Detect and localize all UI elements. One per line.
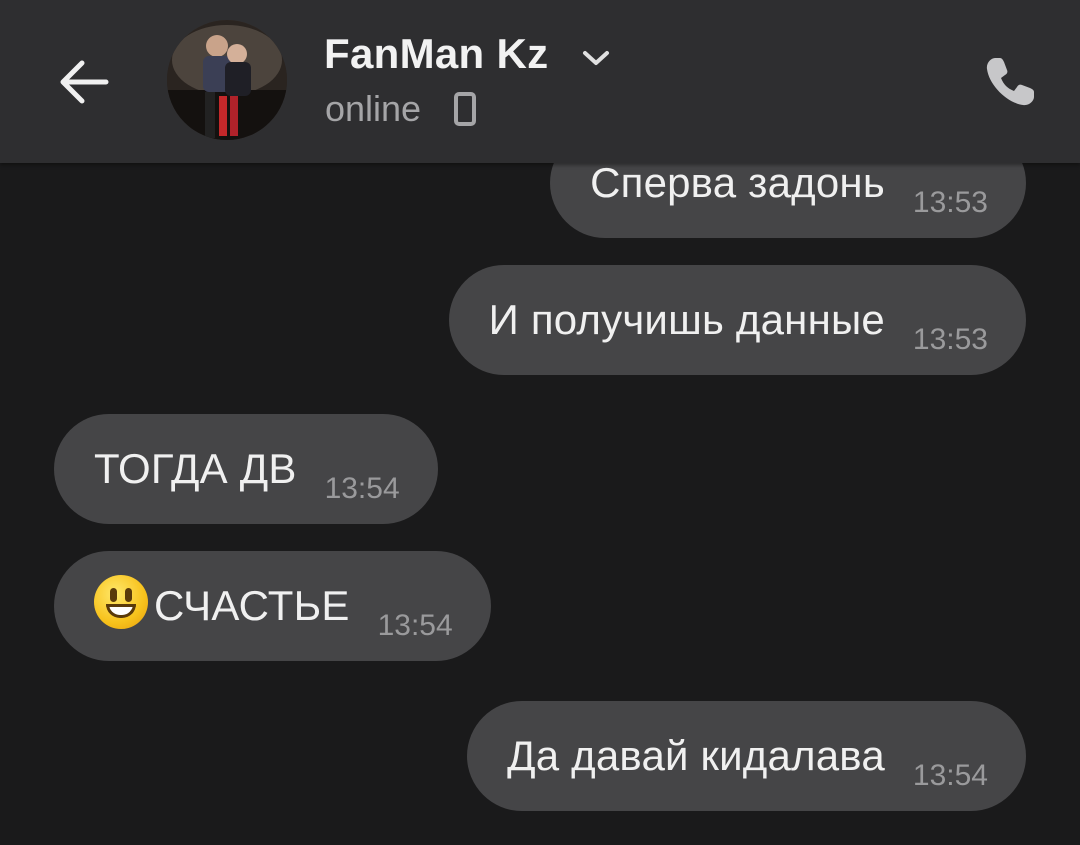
message-time: 13:54 xyxy=(324,472,400,505)
message-bubble-outgoing[interactable]: Да давай кидалава 13:54 xyxy=(467,701,1026,811)
message-time: 13:53 xyxy=(912,323,988,356)
message-bubble-incoming[interactable]: ТОГДА ДВ 13:54 xyxy=(54,414,438,524)
message-text: И получишь данные xyxy=(488,296,885,343)
message-bubble-incoming[interactable]: СЧАСТЬЕ 13:54 xyxy=(54,551,491,661)
chat-screen: Сперва задонь 13:53 И получишь данные 13… xyxy=(0,0,1080,845)
chat-header: FanMan Kz online xyxy=(0,0,1080,163)
message-time: 13:54 xyxy=(377,609,453,642)
back-button[interactable] xyxy=(52,50,116,114)
smiley-emoji-icon xyxy=(94,575,148,629)
message-bubble-outgoing[interactable]: И получишь данные 13:53 xyxy=(448,265,1026,375)
avatar-photo xyxy=(167,20,287,140)
online-status: online xyxy=(325,88,422,129)
message-text: СЧАСТЬЕ xyxy=(154,582,350,629)
message-text: Сперва задонь xyxy=(590,159,885,206)
contact-name[interactable]: FanMan Kz xyxy=(324,30,548,78)
call-button[interactable] xyxy=(978,50,1042,114)
message-time: 13:54 xyxy=(912,759,988,792)
avatar[interactable] xyxy=(167,20,287,140)
phone-icon xyxy=(986,58,1034,106)
message-time: 13:53 xyxy=(912,186,988,219)
message-text: Да давай кидалава xyxy=(507,732,885,779)
back-arrow-icon xyxy=(60,60,109,104)
mobile-device-icon xyxy=(454,92,476,126)
message-text: ТОГДА ДВ xyxy=(94,445,297,492)
chevron-down-icon[interactable] xyxy=(580,46,612,70)
